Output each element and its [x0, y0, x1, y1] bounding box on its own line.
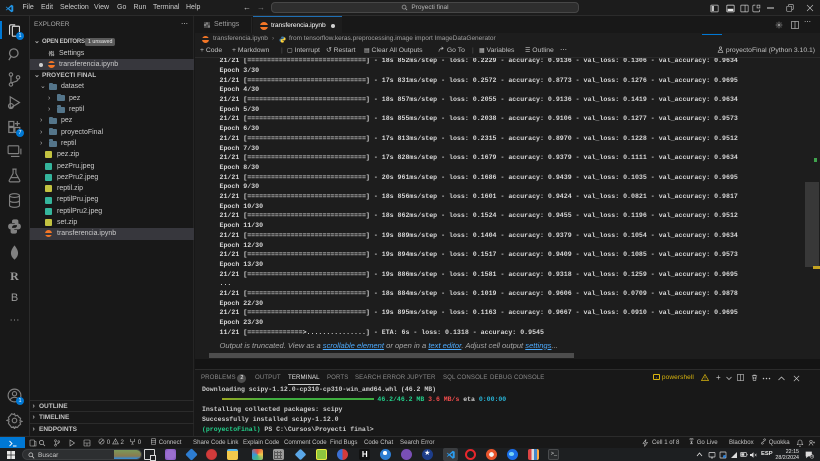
svg-text:4: 4 — [811, 454, 813, 458]
